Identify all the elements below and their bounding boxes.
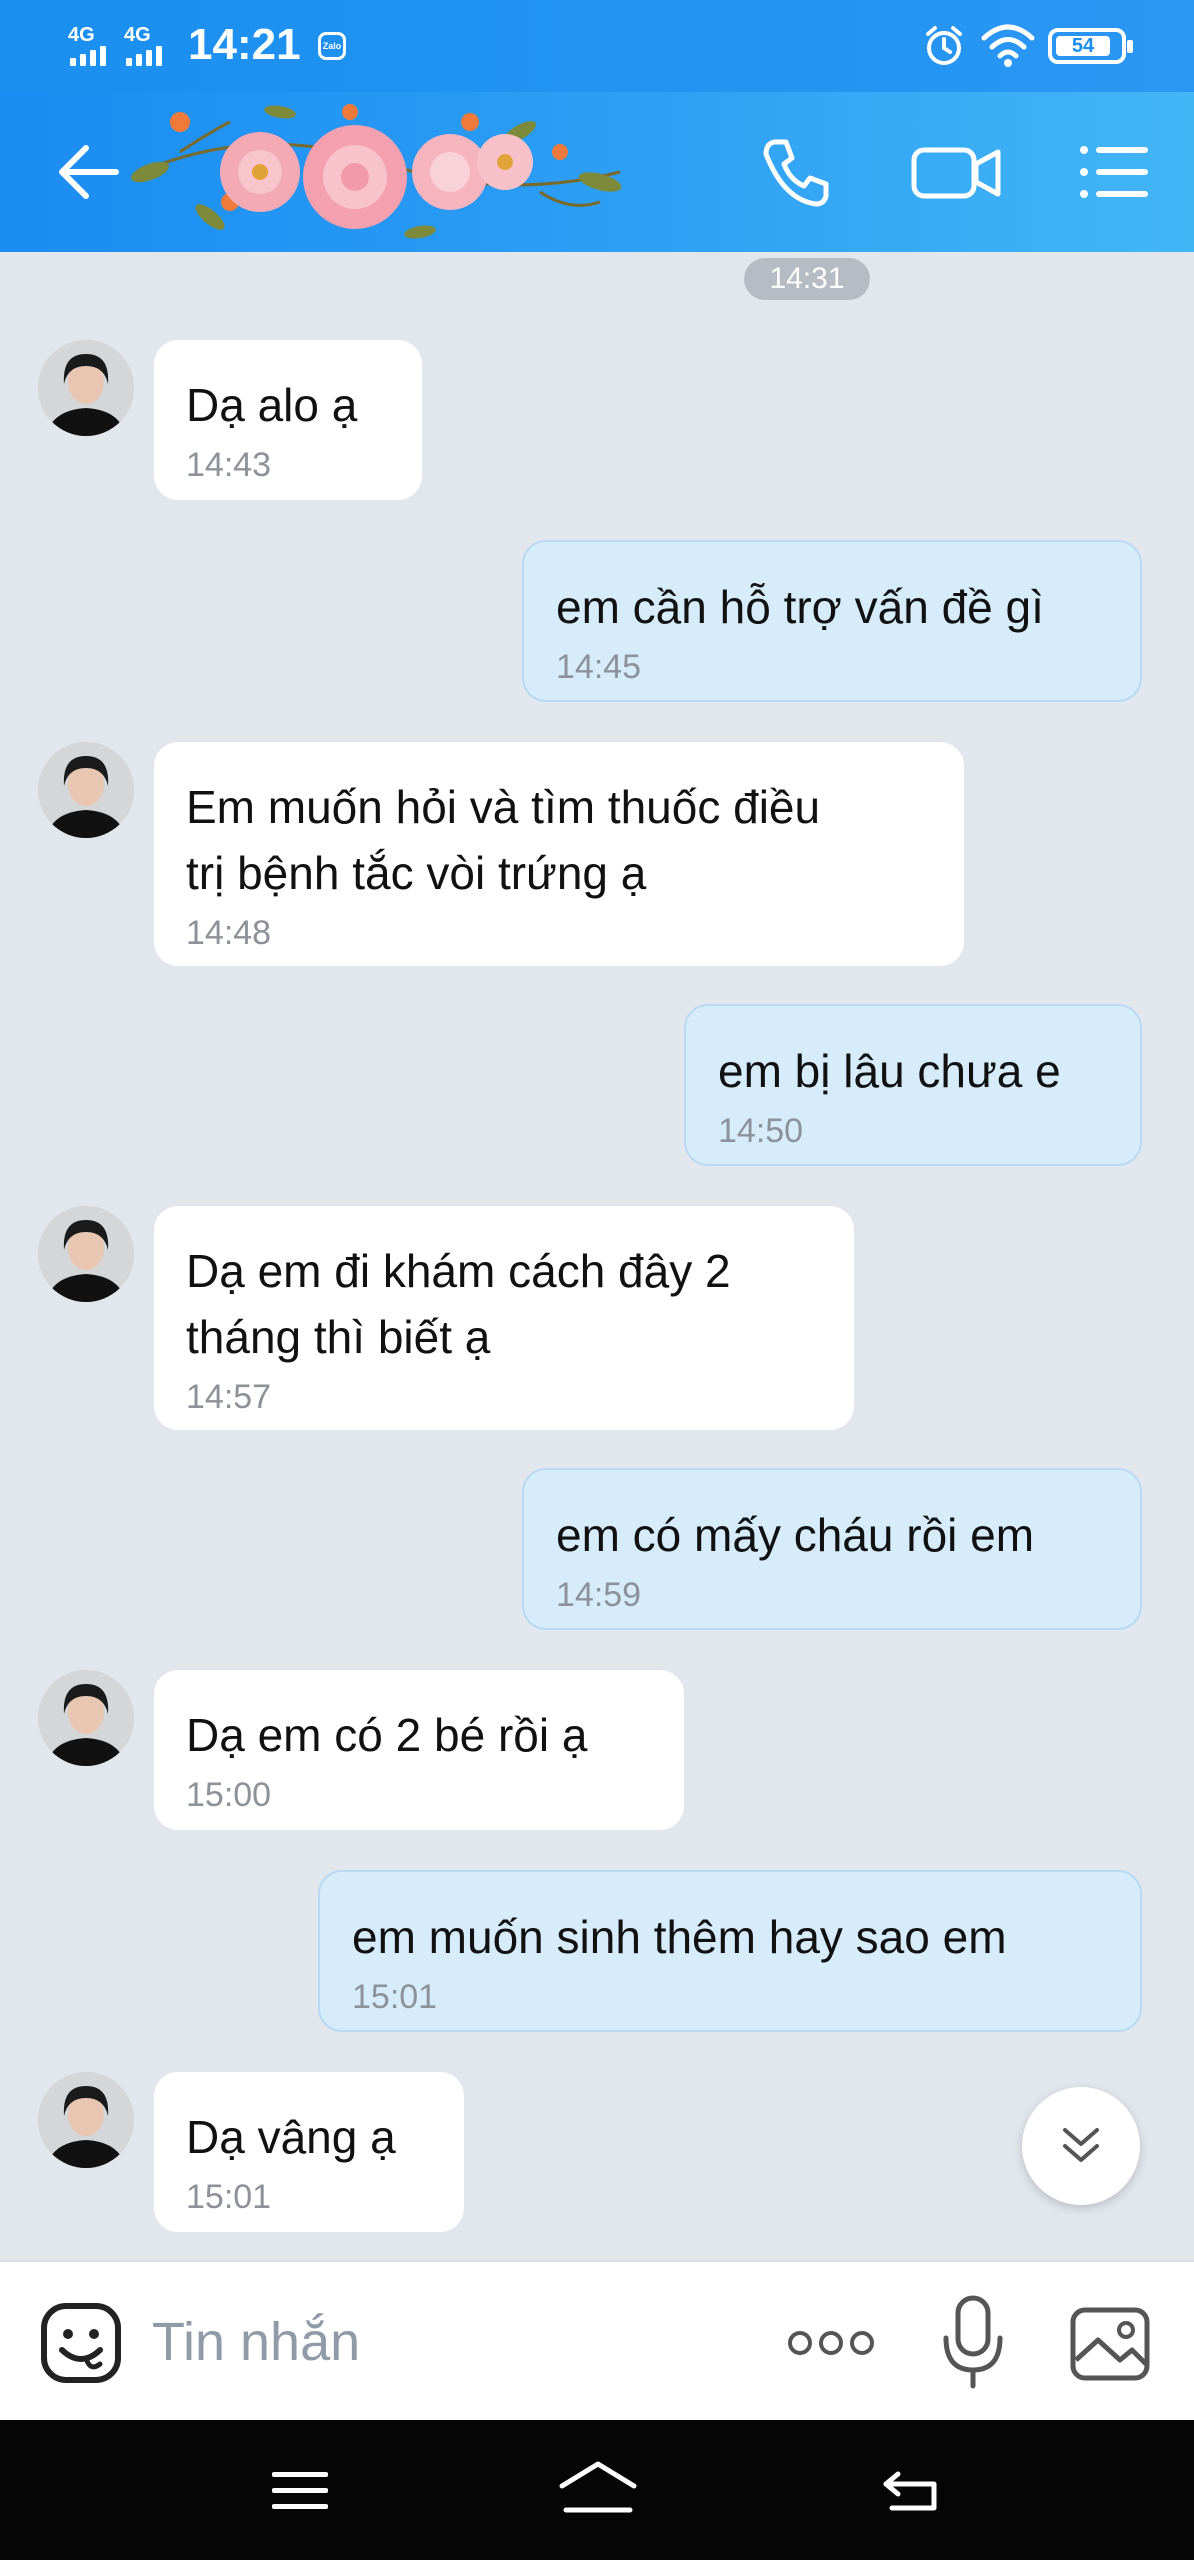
- battery-icon: 54: [1048, 28, 1133, 64]
- chat-header: [0, 92, 1194, 252]
- back-return-icon[interactable]: [878, 2460, 942, 2520]
- message-bubble-incoming[interactable]: Dạ alo ạ 14:43: [154, 340, 422, 500]
- scroll-to-bottom-button[interactable]: [1022, 2087, 1140, 2205]
- message-bubble-incoming[interactable]: Dạ em có 2 bé rồi ạ 15:00: [154, 1670, 684, 1830]
- message-text: em bị lâu chưa e: [718, 1045, 1061, 1097]
- message-bubble-outgoing[interactable]: em muốn sinh thêm hay sao em 15:01: [318, 1870, 1142, 2032]
- battery-level: 54: [1056, 36, 1110, 56]
- contact-avatar[interactable]: [38, 1670, 134, 1766]
- system-navigation-bar: [0, 2420, 1194, 2560]
- message-text: Dạ em đi khám cách đây 2 tháng thì biết …: [186, 1245, 731, 1363]
- flower-banner: [131, 104, 622, 239]
- message-bubble-incoming[interactable]: Em muốn hỏi và tìm thuốc điều trị bệnh t…: [154, 742, 964, 966]
- signal-1-icon: 4G: [64, 24, 120, 68]
- message-time: 14:45: [556, 648, 642, 686]
- status-time: 14:21: [188, 20, 301, 69]
- wifi-icon: [981, 24, 1035, 67]
- message-input-bar: [0, 2260, 1194, 2420]
- message-bubble-outgoing[interactable]: em bị lâu chưa e 14:50: [684, 1004, 1142, 1166]
- message-time: 14:43: [186, 446, 272, 484]
- video-camera-icon[interactable]: [906, 128, 1006, 216]
- message-text: Em muốn hỏi và tìm thuốc điều trị bệnh t…: [186, 781, 821, 899]
- more-dots-icon[interactable]: [786, 2318, 876, 2368]
- message-bubble-outgoing[interactable]: em cần hỗ trợ vấn đề gì 14:45: [522, 540, 1142, 702]
- alarm-icon: [926, 26, 962, 65]
- message-bubble-incoming[interactable]: Dạ em đi khám cách đây 2 tháng thì biết …: [154, 1206, 854, 1430]
- zalo-notification-icon: Zalo: [318, 32, 346, 60]
- message-text: Dạ em có 2 bé rồi ạ: [186, 1709, 588, 1761]
- message-text: em cần hỗ trợ vấn đề gì: [556, 581, 1044, 633]
- message-time: 15:01: [186, 2178, 272, 2216]
- message-time: 14:57: [186, 1378, 272, 1416]
- message-time: 15:00: [186, 1776, 272, 1814]
- message-text: Dạ vâng ạ: [186, 2111, 396, 2163]
- network-type-2: 4G: [124, 24, 151, 46]
- message-time: 14:48: [186, 914, 272, 952]
- message-time: 15:01: [352, 1978, 438, 2016]
- contact-avatar[interactable]: [38, 2072, 134, 2168]
- message-input[interactable]: [152, 2302, 752, 2382]
- contact-avatar[interactable]: [38, 340, 134, 436]
- emoji-icon[interactable]: [40, 2302, 122, 2384]
- image-icon[interactable]: [1068, 2302, 1152, 2386]
- home-chevron-icon[interactable]: [556, 2456, 640, 2520]
- date-separator: 14:31: [744, 258, 870, 300]
- message-bubble-incoming[interactable]: Dạ vâng ạ 15:01: [154, 2072, 464, 2232]
- phone-icon[interactable]: [752, 128, 840, 216]
- microphone-icon[interactable]: [938, 2292, 1008, 2392]
- message-time: 14:59: [556, 1576, 642, 1614]
- chat-area[interactable]: 14:31 Dạ alo ạ 14:43 em cần hỗ trợ vấn đ…: [0, 252, 1194, 2260]
- message-text: em muốn sinh thêm hay sao em: [352, 1911, 1007, 1963]
- message-time: 14:50: [718, 1112, 804, 1150]
- contact-avatar[interactable]: [38, 1206, 134, 1302]
- contact-avatar[interactable]: [38, 742, 134, 838]
- message-text: em có mấy cháu rồi em: [556, 1509, 1035, 1561]
- double-chevron-down-icon: [1063, 2128, 1099, 2162]
- status-bar: 4G 4G 14:21 Zalo 54: [0, 0, 1194, 92]
- signal-2-icon: 4G: [120, 24, 176, 68]
- message-text: Dạ alo ạ: [186, 379, 358, 431]
- menu-lines-icon[interactable]: [268, 2460, 332, 2520]
- message-bubble-outgoing[interactable]: em có mấy cháu rồi em 14:59: [522, 1468, 1142, 1630]
- network-type-1: 4G: [68, 24, 95, 46]
- menu-list-icon[interactable]: [1070, 128, 1158, 216]
